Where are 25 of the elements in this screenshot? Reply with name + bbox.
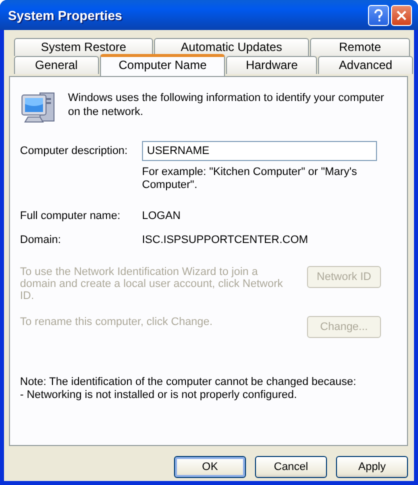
close-icon[interactable]	[391, 4, 412, 26]
field-label: Computer description:	[20, 145, 129, 157]
dialog-button[interactable]: OK	[174, 456, 246, 478]
dialog-button[interactable]: Cancel	[255, 456, 327, 478]
description-field[interactable]: USERNAME	[142, 141, 377, 161]
instruction-text: To use the Network Identification Wizard to join a domain and create a local user account, click Network ID.	[20, 266, 284, 302]
tab[interactable]: General	[14, 56, 99, 74]
intro-text: Windows uses the following information to identify your computer on the network.	[68, 91, 386, 119]
tab[interactable]: Hardware	[226, 56, 318, 74]
dialog-button[interactable]: Apply	[336, 456, 408, 478]
field-label: Domain:	[20, 233, 62, 248]
window-title: System Properties	[8, 8, 124, 22]
note-text: Note: The identification of the computer cannot be changed because:	[20, 376, 356, 389]
field-label: Full computer name:	[20, 209, 122, 224]
field-value: LOGAN	[142, 209, 182, 224]
hint-text: For example: "Kitchen Computer" or "Mary's Computer".	[142, 166, 358, 192]
tab[interactable]: Automatic Updates	[154, 38, 309, 56]
help-icon[interactable]	[368, 4, 389, 26]
tab[interactable]: Advanced	[318, 56, 413, 74]
tab[interactable]: System Restore	[14, 38, 153, 56]
tab[interactable]: Computer Name	[100, 54, 226, 76]
instruction-text: To rename this computer, click Change.	[20, 316, 214, 330]
field-value: ISC.ISPSUPPORTCENTER.COM	[142, 233, 310, 248]
note-text: - Networking is not installed or is not properly configured.	[20, 389, 297, 402]
tab[interactable]: Remote	[310, 38, 410, 56]
